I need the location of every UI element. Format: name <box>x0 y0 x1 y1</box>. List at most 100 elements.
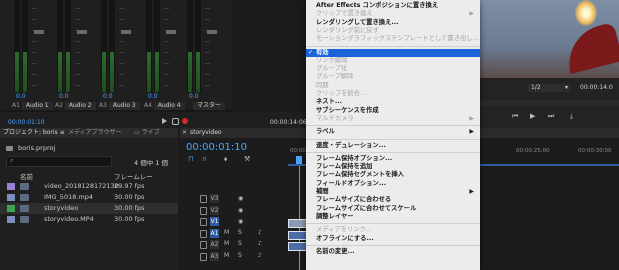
microphone-icon[interactable]: ♪ <box>258 240 262 247</box>
track-target[interactable]: V2 <box>210 205 219 215</box>
lock-icon[interactable] <box>200 206 207 215</box>
level-meter <box>101 0 107 92</box>
menu-item: メディアをリンク... <box>306 226 480 234</box>
menu-item[interactable]: レンダリングして置き換え... <box>306 19 480 27</box>
audio-clip[interactable] <box>288 231 308 240</box>
track-target[interactable]: A3 <box>210 251 219 261</box>
track-target[interactable]: A2 <box>210 240 219 249</box>
project-item-row[interactable]: storyvideo 30.00 fps <box>0 203 178 214</box>
eye-icon[interactable]: ◉ <box>238 207 243 214</box>
search-icon: ⌕ <box>10 157 14 164</box>
track-header[interactable]: A3 M S ♪ <box>180 251 308 262</box>
lock-icon[interactable] <box>200 195 207 203</box>
menu-item[interactable]: ネスト... <box>306 98 480 106</box>
search-input[interactable]: ⌕ <box>6 156 112 167</box>
track-header[interactable]: V3 ◉ <box>180 194 308 204</box>
lock-icon[interactable] <box>200 218 207 226</box>
track-target[interactable]: V3 <box>210 194 219 203</box>
meter-tick <box>75 19 80 20</box>
timeline-timecode[interactable]: 00:00:01:10 <box>186 142 247 153</box>
tab-project[interactable]: プロジェクト: boris ≡ <box>3 128 65 138</box>
tab-storyvideo[interactable]: storyvideo <box>190 129 222 136</box>
meter-tick <box>32 41 37 42</box>
lock-icon[interactable] <box>200 241 207 249</box>
meter-tick <box>75 74 80 75</box>
step-back-icon[interactable]: ⏮ <box>512 112 518 121</box>
microphone-icon[interactable]: ♪ <box>258 229 262 236</box>
zoom-select[interactable]: 1/2 ▾ <box>528 84 571 92</box>
menu-item[interactable]: フレームサイズに合わせる <box>306 196 480 204</box>
menu-item-label: オフラインにする... <box>316 234 374 242</box>
mixer-footer: 00:00:01:10 00:00:14:06 <box>0 112 307 128</box>
volume-fader[interactable] <box>207 30 217 34</box>
menu-item[interactable]: 調整レイヤー <box>306 213 480 221</box>
marker-icon[interactable]: ⬧ <box>224 155 227 164</box>
eye-icon[interactable]: ◉ <box>238 218 243 225</box>
label-color-chip <box>7 183 15 190</box>
project-item-row[interactable]: storyvideo.MP4 30.00 fps <box>0 214 178 225</box>
column-name-header[interactable]: 名前 <box>20 171 33 181</box>
track-target[interactable]: V1 <box>210 217 219 226</box>
channel-volume-value[interactable]: 0.0 <box>148 93 158 100</box>
lock-icon[interactable] <box>200 229 207 238</box>
snap-icon[interactable]: ⊓ <box>188 155 193 163</box>
loop-icon[interactable] <box>172 118 179 125</box>
audio-clip[interactable] <box>288 242 308 251</box>
submenu-arrow-icon: ▶ <box>469 10 474 18</box>
meter-tick <box>164 8 169 9</box>
menu-item[interactable]: オフラインにする... <box>306 235 480 243</box>
clip-context-menu: After Effects コンポジションに置き換え クリップで置き換え ▶ レンダリ… <box>306 0 480 270</box>
wrench-icon[interactable]: ⚒ <box>244 155 250 163</box>
menu-item-label: クリップを統合... <box>316 90 367 97</box>
track-target[interactable]: A1 <box>210 228 219 238</box>
channel-volume-value[interactable]: 0.0 <box>189 93 199 100</box>
volume-fader[interactable] <box>34 30 44 34</box>
channel-volume-value[interactable]: 0.0 <box>16 93 26 100</box>
tab-library-label: ライブ <box>141 129 160 136</box>
tab-media-browser[interactable]: メディアブラウザー <box>68 128 122 138</box>
mute-button[interactable]: M <box>224 229 229 236</box>
menu-item[interactable]: ✓ 有効 <box>306 48 480 57</box>
solo-button[interactable]: S <box>238 252 242 259</box>
microphone-icon[interactable]: ♪ <box>258 252 262 259</box>
channel-name: Audio 2 <box>64 102 96 110</box>
menu-item[interactable]: 名前の変更... <box>306 248 480 256</box>
program-scrubber[interactable] <box>480 100 619 106</box>
lock-icon[interactable] <box>200 252 207 261</box>
menu-item[interactable]: 速度・デュレーション... <box>306 142 480 150</box>
lamp-light <box>575 0 597 26</box>
menu-item[interactable]: ラベル ▶ <box>306 128 480 136</box>
menu-item[interactable]: フレームサイズに合わせてスケール <box>306 205 480 213</box>
volume-fader[interactable] <box>121 30 131 34</box>
export-frame-icon[interactable]: ⤓ <box>570 112 573 121</box>
channel-volume-value[interactable]: 0.0 <box>59 93 69 100</box>
step-forward-icon[interactable]: ⏭ <box>548 112 554 121</box>
ruler-label-start: 00:00 <box>290 148 306 154</box>
menu-item[interactable]: フレーム保持オプション... <box>306 155 480 163</box>
volume-fader[interactable] <box>77 30 87 34</box>
project-item-row[interactable]: IMG_5018.mp4 30.00 fps <box>0 192 178 203</box>
menu-item[interactable]: フィールドオプション... <box>306 180 480 188</box>
channel-volume-value[interactable]: 0.0 <box>103 93 113 100</box>
column-framerate-header[interactable]: フレームレー <box>114 171 153 181</box>
eye-icon[interactable]: ◉ <box>238 195 243 202</box>
solo-button[interactable]: S <box>238 240 242 247</box>
tab-library[interactable]: ▭ ライブ <box>134 128 160 138</box>
mute-button[interactable]: M <box>224 252 229 259</box>
play-icon[interactable] <box>162 118 167 124</box>
menu-item-label: 有効 <box>316 48 329 56</box>
track-header[interactable]: V2 ◉ <box>180 205 308 216</box>
volume-fader[interactable] <box>166 30 176 34</box>
playhead-marker[interactable] <box>296 156 302 164</box>
play-icon[interactable]: ▶ <box>530 112 535 120</box>
menu-item[interactable]: サブシーケンスを作成 <box>306 107 480 115</box>
clip-thumbnail[interactable] <box>288 219 308 228</box>
meter-tick <box>32 52 37 53</box>
mute-button[interactable]: M <box>224 240 229 247</box>
solo-button[interactable]: S <box>238 229 242 236</box>
menu-item[interactable]: フレーム保持セグメントを挿入 <box>306 171 480 179</box>
close-icon[interactable]: × <box>182 129 187 136</box>
project-item-row[interactable]: video_2018128172130 29.97 fps <box>0 181 178 192</box>
record-icon[interactable] <box>182 118 188 124</box>
linked-selection-icon[interactable]: ∩ <box>202 155 207 163</box>
